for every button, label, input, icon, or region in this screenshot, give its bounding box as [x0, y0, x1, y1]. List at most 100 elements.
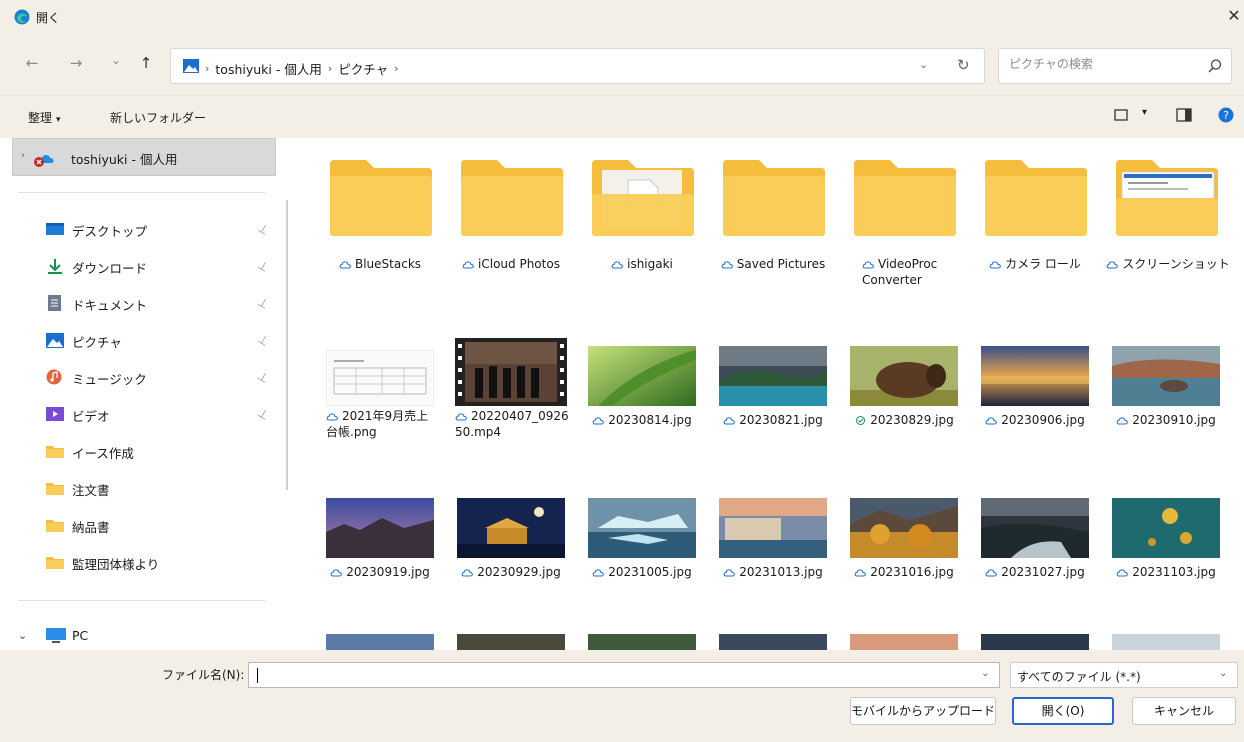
- folder-icon: [461, 160, 563, 236]
- image-thumbnail: [457, 498, 565, 558]
- path-dropdown-icon[interactable]: ⌄: [919, 58, 928, 71]
- folder-icon: [46, 557, 64, 569]
- sidebar-item-documents[interactable]: ドキュメント ⊥: [46, 288, 276, 318]
- upload-from-mobile-button[interactable]: モバイルからアップロード: [850, 697, 996, 725]
- breadcrumb-item-onedrive[interactable]: toshiyuki - 個人用: [215, 59, 321, 78]
- sidebar-item-folder[interactable]: 監理団体様より: [46, 547, 276, 577]
- onedrive-icon: [34, 155, 54, 167]
- sidebar-scrollbar[interactable]: [286, 200, 288, 490]
- desktop-icon: [46, 223, 64, 235]
- cloud-icon: [985, 568, 998, 577]
- footer: ファイル名(N): ⌄ すべてのファイル (*.*) ⌄ モバイルからアップロー…: [0, 650, 1244, 742]
- change-view-button[interactable]: [1114, 108, 1128, 125]
- path-box[interactable]: › toshiyuki - 個人用 › ピクチャ › ⌄ ↻: [170, 48, 985, 84]
- chevron-down-icon[interactable]: ⌄: [1219, 668, 1227, 679]
- file-name-label: 20230906.jpg: [1001, 413, 1085, 427]
- pin-icon: ⊥: [255, 257, 272, 275]
- sidebar-item-pc[interactable]: ⌄ PC: [18, 626, 268, 648]
- sidebar-item-onedrive[interactable]: › toshiyuki - 個人用: [12, 138, 276, 176]
- forward-icon[interactable]: →: [66, 54, 86, 72]
- file-name-label: スクリーンショット: [1122, 257, 1230, 271]
- cloud-icon: [330, 568, 343, 577]
- file-name: Saved Pictures: [711, 256, 835, 272]
- file-name: カメラ ロール: [973, 256, 1097, 272]
- file-name-label: 20230814.jpg: [608, 413, 692, 427]
- file-name: 20230829.jpg: [842, 412, 966, 428]
- sidebar-item-desktop[interactable]: デスクトップ ⊥: [46, 214, 276, 244]
- file-name-label: 20231005.jpg: [608, 565, 692, 579]
- cloud-icon: [461, 568, 474, 577]
- breadcrumb: › toshiyuki - 個人用 › ピクチャ ›: [205, 59, 399, 78]
- image-thumbnail: [1112, 346, 1220, 406]
- cancel-button[interactable]: キャンセル: [1132, 697, 1236, 725]
- sidebar-item-videos[interactable]: ビデオ ⊥: [46, 399, 276, 429]
- filename-input[interactable]: [253, 667, 953, 681]
- search-box[interactable]: [998, 48, 1232, 84]
- file-name: 20231005.jpg: [580, 564, 704, 580]
- folder-icon: [46, 483, 64, 495]
- new-folder-button[interactable]: 新しいフォルダー: [110, 109, 206, 126]
- chevron-down-icon[interactable]: ⌄: [18, 629, 27, 642]
- refresh-icon[interactable]: ↻: [957, 56, 970, 74]
- image-thumbnail: [1112, 498, 1220, 558]
- image-thumbnail[interactable]: [588, 634, 696, 650]
- file-name-label: 20230919.jpg: [346, 565, 430, 579]
- file-name: 20230906.jpg: [973, 412, 1097, 428]
- breadcrumb-item-pictures[interactable]: ピクチャ: [338, 59, 388, 78]
- pin-icon: ⊥: [255, 331, 272, 349]
- file-name: スクリーンショット: [1104, 256, 1232, 272]
- cloud-icon: [862, 260, 875, 269]
- cloud-icon: [721, 260, 734, 269]
- help-button[interactable]: ?: [1218, 107, 1234, 126]
- file-name-label: iCloud Photos: [478, 257, 560, 271]
- divider: [18, 192, 266, 193]
- image-thumbnail[interactable]: [850, 634, 958, 650]
- preview-pane-button[interactable]: [1176, 108, 1192, 125]
- sidebar-item-folder[interactable]: 注文書: [46, 473, 276, 503]
- image-thumbnail[interactable]: [981, 634, 1089, 650]
- cloud-icon: [1116, 568, 1129, 577]
- chevron-right-icon[interactable]: ›: [21, 150, 25, 161]
- file-name-label: 20220407_092650.mp4: [455, 409, 569, 439]
- chevron-down-icon[interactable]: ⌄: [981, 668, 989, 679]
- sidebar-item-folder[interactable]: 納品書: [46, 510, 276, 540]
- sidebar-item-label: デスクトップ: [72, 224, 148, 239]
- image-thumbnail[interactable]: [326, 634, 434, 650]
- filename-combobox[interactable]: ⌄: [248, 662, 1000, 688]
- search-input[interactable]: [1009, 57, 1189, 71]
- up-icon[interactable]: ↑: [136, 54, 156, 72]
- filetype-select[interactable]: すべてのファイル (*.*) ⌄: [1010, 662, 1238, 688]
- sidebar-item-music[interactable]: ミュージック ⊥: [46, 362, 276, 392]
- preview-pane-icon: [1176, 108, 1192, 122]
- recent-locations-icon[interactable]: ⌄: [106, 53, 126, 67]
- image-thumbnail: [981, 498, 1089, 558]
- image-thumbnail: [719, 346, 827, 406]
- cloud-icon: [723, 568, 736, 577]
- image-thumbnail[interactable]: [719, 634, 827, 650]
- sidebar-item-label: イース作成: [72, 446, 134, 461]
- spreadsheet-thumbnail: [326, 350, 434, 406]
- image-thumbnail[interactable]: [457, 634, 565, 650]
- image-thumbnail[interactable]: [1112, 634, 1220, 650]
- open-button[interactable]: 開く(O): [1012, 697, 1114, 725]
- back-icon[interactable]: ←: [22, 54, 42, 72]
- sidebar-item-label: ミュージック: [72, 372, 147, 387]
- file-name-label: 20231013.jpg: [739, 565, 823, 579]
- folder-icon: [46, 446, 64, 458]
- sidebar-item-folder[interactable]: イース作成: [46, 436, 276, 466]
- organize-button[interactable]: 整理 ▾: [28, 109, 61, 126]
- more-views-icon[interactable]: ▾: [1142, 107, 1147, 118]
- breadcrumb-separator[interactable]: ›: [394, 62, 398, 75]
- close-icon[interactable]: ✕: [1226, 6, 1242, 26]
- sidebar-item-downloads[interactable]: ダウンロード ⊥: [46, 251, 276, 281]
- file-name-label: 20230829.jpg: [870, 413, 954, 427]
- sidebar-item-pictures[interactable]: ピクチャ ⊥: [46, 325, 276, 355]
- video-thumbnail: [455, 338, 567, 406]
- organize-label: 整理: [28, 111, 53, 125]
- search-icon[interactable]: [1207, 58, 1223, 74]
- synced-icon: [854, 416, 867, 425]
- image-thumbnail: [719, 498, 827, 558]
- file-name-label: 20230929.jpg: [477, 565, 561, 579]
- cloud-icon: [455, 412, 468, 421]
- sidebar-item-label: 納品書: [72, 520, 110, 535]
